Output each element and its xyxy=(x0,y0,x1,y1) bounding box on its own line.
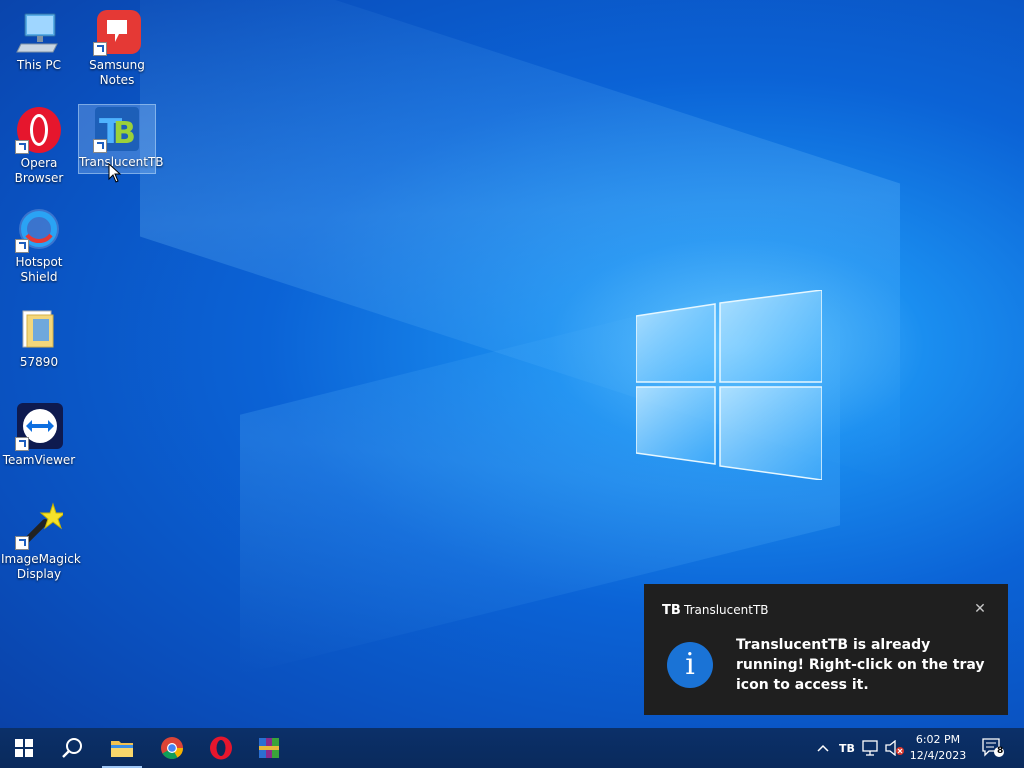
windows-logo-wallpaper xyxy=(636,290,822,480)
show-hidden-icons-button[interactable] xyxy=(812,728,834,768)
close-icon[interactable]: ✕ xyxy=(972,601,988,617)
teamviewer-icon xyxy=(15,403,63,451)
taskbar-file-explorer[interactable] xyxy=(98,728,146,768)
imagemagick-icon xyxy=(15,502,67,550)
desktop-icon-label: TeamViewer xyxy=(2,453,76,467)
shortcut-arrow-icon xyxy=(15,140,29,154)
opera-icon xyxy=(210,736,232,760)
desktop-icon-opera-browser[interactable]: Opera Browser xyxy=(1,106,77,186)
taskbar-chrome[interactable] xyxy=(148,728,196,768)
folder-icon xyxy=(15,305,63,353)
notification-count-badge: 8 xyxy=(997,746,1004,756)
volume-muted-icon xyxy=(885,740,904,756)
desktop-icon-label: ImageMagick Display xyxy=(1,552,81,581)
search-icon xyxy=(62,738,82,758)
search-button[interactable] xyxy=(48,728,96,768)
mouse-pointer-icon xyxy=(108,163,122,183)
desktop-icon-label: Samsung Notes xyxy=(89,58,145,87)
tray-translucenttb[interactable]: TB xyxy=(836,728,858,768)
computer-icon xyxy=(15,8,63,56)
desktop-icon-label: 57890 xyxy=(19,355,59,369)
taskbar-winrar[interactable] xyxy=(245,728,293,768)
info-icon: i xyxy=(667,642,713,688)
shortcut-arrow-icon xyxy=(15,239,29,253)
clock-time: 6:02 PM xyxy=(915,733,961,746)
translucenttb-tray-icon: TB xyxy=(839,741,855,755)
desktop-icon-label: Hotspot Shield xyxy=(15,255,63,284)
toast-message: TranslucentTB is already running! Right-… xyxy=(736,637,985,693)
shortcut-arrow-icon xyxy=(93,42,107,56)
desktop-icon-imagemagick-display[interactable]: ImageMagick Display xyxy=(1,502,81,582)
windows-start-icon xyxy=(15,739,33,757)
tray-network[interactable] xyxy=(860,728,882,768)
toast-app-name: TranslucentTB xyxy=(684,603,769,617)
translucenttb-small-icon: TB xyxy=(662,603,681,618)
chevron-up-icon xyxy=(817,744,829,752)
desktop-icon-this-pc[interactable]: This PC xyxy=(1,8,77,73)
chrome-icon xyxy=(161,737,183,759)
clock-date: 12/4/2023 xyxy=(909,749,967,762)
taskbar: TB 6:02 PM 12/4/2023 8 xyxy=(0,728,1024,768)
opera-icon xyxy=(15,106,63,154)
hotspot-shield-icon xyxy=(15,205,63,253)
winrar-icon xyxy=(259,738,279,758)
desktop-icon-57890[interactable]: 57890 xyxy=(1,305,77,370)
translucenttb-icon: T B xyxy=(93,105,141,153)
network-icon xyxy=(862,740,878,756)
folder-icon xyxy=(111,741,133,757)
taskbar-opera[interactable] xyxy=(197,728,245,768)
shortcut-arrow-icon xyxy=(15,437,29,451)
tray-volume[interactable] xyxy=(884,728,906,768)
svg-text:B: B xyxy=(113,116,136,151)
start-button[interactable] xyxy=(0,728,48,768)
action-center-button[interactable]: 8 xyxy=(978,728,1008,768)
desktop-icon-samsung-notes[interactable]: Samsung Notes xyxy=(79,8,155,88)
shortcut-arrow-icon xyxy=(93,139,107,153)
desktop-icon-teamviewer[interactable]: TeamViewer xyxy=(1,403,77,468)
shortcut-arrow-icon xyxy=(15,536,29,550)
clock[interactable]: 6:02 PM 12/4/2023 xyxy=(906,732,970,764)
samsung-notes-icon xyxy=(93,8,141,56)
desktop-icon-hotspot-shield[interactable]: Hotspot Shield xyxy=(1,205,77,285)
desktop-icon-label: This PC xyxy=(17,58,61,72)
toast-notification[interactable]: TB TranslucentTB ✕ i TranslucentTB is al… xyxy=(644,584,1008,715)
desktop-icon-label: Opera Browser xyxy=(14,156,64,185)
